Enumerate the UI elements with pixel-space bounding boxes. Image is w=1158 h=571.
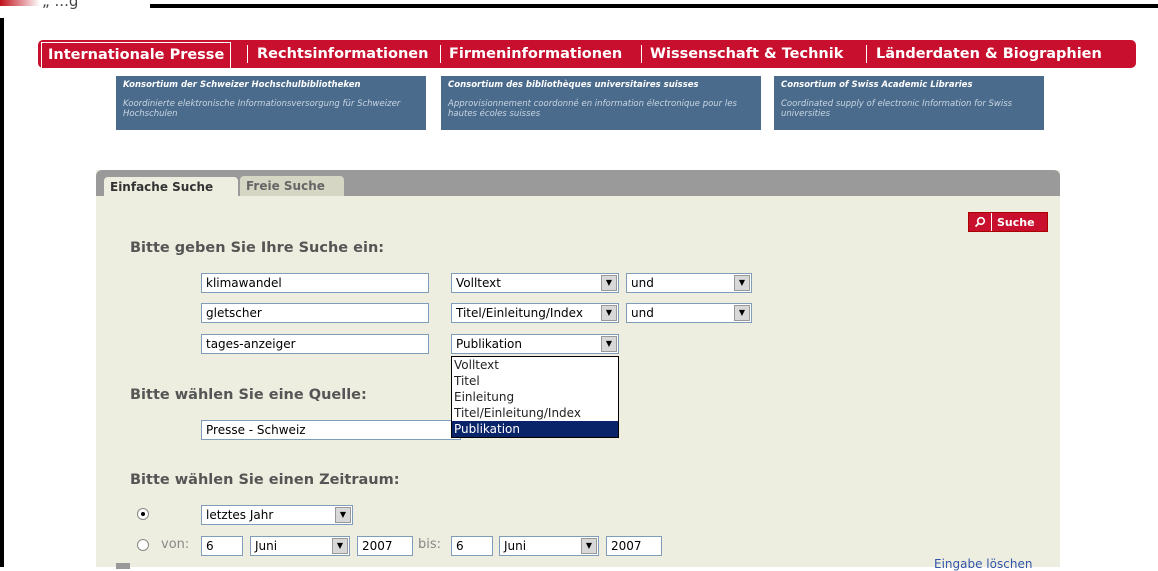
- period-section-title: Bitte wählen Sie einen Zeitraum:: [130, 472, 400, 488]
- nav-item-rechtsinformationen[interactable]: Rechtsinformationen: [257, 40, 428, 68]
- nav-separator: [641, 45, 642, 63]
- consortium-title: Consortium of Swiss Academic Libraries: [781, 80, 973, 90]
- chevron-down-icon: ▼: [335, 507, 351, 523]
- chevron-down-icon: ▼: [581, 538, 597, 554]
- search-icon: [969, 213, 992, 231]
- chevron-down-icon: ▼: [601, 336, 617, 352]
- field-select-value: Publikation: [456, 337, 522, 351]
- consortium-description: Approvisionnement coordonné en informati…: [448, 99, 737, 119]
- from-month-value: Juni: [255, 539, 278, 553]
- to-month-value: Juni: [504, 539, 527, 553]
- source-select[interactable]: Presse - Schweiz: [201, 420, 461, 440]
- search-term-input-2[interactable]: gletscher: [201, 303, 429, 323]
- consortium-description: Koordinierte elektronische Informationsv…: [123, 99, 401, 119]
- nav-separator: [247, 45, 248, 63]
- consortium-box-en: Consortium of Swiss Academic Libraries C…: [774, 76, 1044, 130]
- chevron-down-icon: ▼: [601, 305, 617, 321]
- field-select-3[interactable]: Publikation ▼: [451, 334, 619, 354]
- nav-item-firmeninformationen[interactable]: Firmeninformationen: [449, 40, 622, 68]
- nav-item-laenderdaten-biographien[interactable]: Länderdaten & Biographien: [876, 40, 1102, 68]
- search-section-title: Bitte geben Sie Ihre Suche ein:: [130, 240, 385, 256]
- chevron-down-icon: ▼: [601, 275, 617, 291]
- chevron-down-icon: ▼: [734, 305, 750, 321]
- field-select-value: Volltext: [456, 276, 501, 290]
- from-label: von:: [161, 537, 190, 552]
- consortium-title: Consortium des bibliothèques universitai…: [448, 80, 699, 90]
- chevron-down-icon: ▼: [734, 275, 750, 291]
- bottom-checkbox[interactable]: [116, 563, 130, 569]
- period-preset-value: letztes Jahr: [206, 508, 274, 522]
- field-select-value: Titel/Einleitung/Index: [456, 306, 583, 320]
- to-label: bis:: [418, 537, 442, 552]
- tab-freie-suche[interactable]: Freie Suche: [240, 176, 344, 196]
- search-term-input-3[interactable]: tages-anzeiger: [201, 334, 429, 354]
- from-day-input[interactable]: 6: [201, 536, 243, 556]
- tab-einfache-suche[interactable]: Einfache Suche: [104, 177, 238, 198]
- search-button[interactable]: Suche: [968, 212, 1048, 232]
- field-select-1[interactable]: Volltext ▼: [451, 273, 619, 293]
- clear-input-link[interactable]: Eingabe löschen: [934, 557, 1032, 571]
- source-select-value: Presse - Schweiz: [206, 423, 306, 437]
- main-nav: Internationale Presse Rechtsinformatione…: [38, 40, 1136, 68]
- top-border-line: [150, 4, 1158, 8]
- search-term-input-1[interactable]: klimawandel: [201, 273, 429, 293]
- field-select-2[interactable]: Titel/Einleitung/Index ▼: [451, 303, 619, 323]
- consortium-box-fr: Consortium des bibliothèques universitai…: [441, 76, 761, 130]
- dropdown-option-einleitung[interactable]: Einleitung: [452, 389, 618, 405]
- to-month-select[interactable]: Juni ▼: [499, 536, 599, 556]
- consortium-title: Konsortium der Schweizer Hochschulbiblio…: [123, 80, 361, 90]
- dropdown-option-publikation[interactable]: Publikation: [452, 421, 618, 437]
- from-month-select[interactable]: Juni ▼: [250, 536, 350, 556]
- consortium-box-de: Konsortium der Schweizer Hochschulbiblio…: [116, 76, 426, 130]
- dropdown-option-volltext[interactable]: Volltext: [452, 357, 618, 373]
- period-preset-select[interactable]: letztes Jahr ▼: [201, 505, 353, 525]
- consortium-description: Coordinated supply of electronic Informa…: [781, 99, 1013, 119]
- to-year-input[interactable]: 2007: [606, 536, 662, 556]
- nav-separator: [440, 45, 441, 63]
- period-preset-radio[interactable]: [137, 508, 149, 520]
- clipped-header-text: „ ...g: [42, 0, 79, 10]
- top-decoration: [0, 0, 40, 6]
- chevron-down-icon: ▼: [332, 538, 348, 554]
- dropdown-option-titel[interactable]: Titel: [452, 373, 618, 389]
- dropdown-option-titel-einleitung-index[interactable]: Titel/Einleitung/Index: [452, 405, 618, 421]
- operator-select-2[interactable]: und ▼: [626, 303, 752, 323]
- from-year-input[interactable]: 2007: [357, 536, 413, 556]
- left-border-line: [0, 18, 4, 567]
- to-day-input[interactable]: 6: [451, 536, 493, 556]
- search-button-label: Suche: [997, 215, 1035, 229]
- nav-item-internationale-presse[interactable]: Internationale Presse: [41, 42, 232, 68]
- period-custom-radio[interactable]: [137, 539, 149, 551]
- source-section-title: Bitte wählen Sie eine Quelle:: [130, 387, 367, 403]
- field-dropdown-list: Volltext Titel Einleitung Titel/Einleitu…: [451, 356, 619, 438]
- operator-select-value: und: [631, 276, 654, 290]
- operator-select-1[interactable]: und ▼: [626, 273, 752, 293]
- operator-select-value: und: [631, 306, 654, 320]
- nav-separator: [866, 45, 867, 63]
- nav-item-wissenschaft-technik[interactable]: Wissenschaft & Technik: [650, 40, 843, 68]
